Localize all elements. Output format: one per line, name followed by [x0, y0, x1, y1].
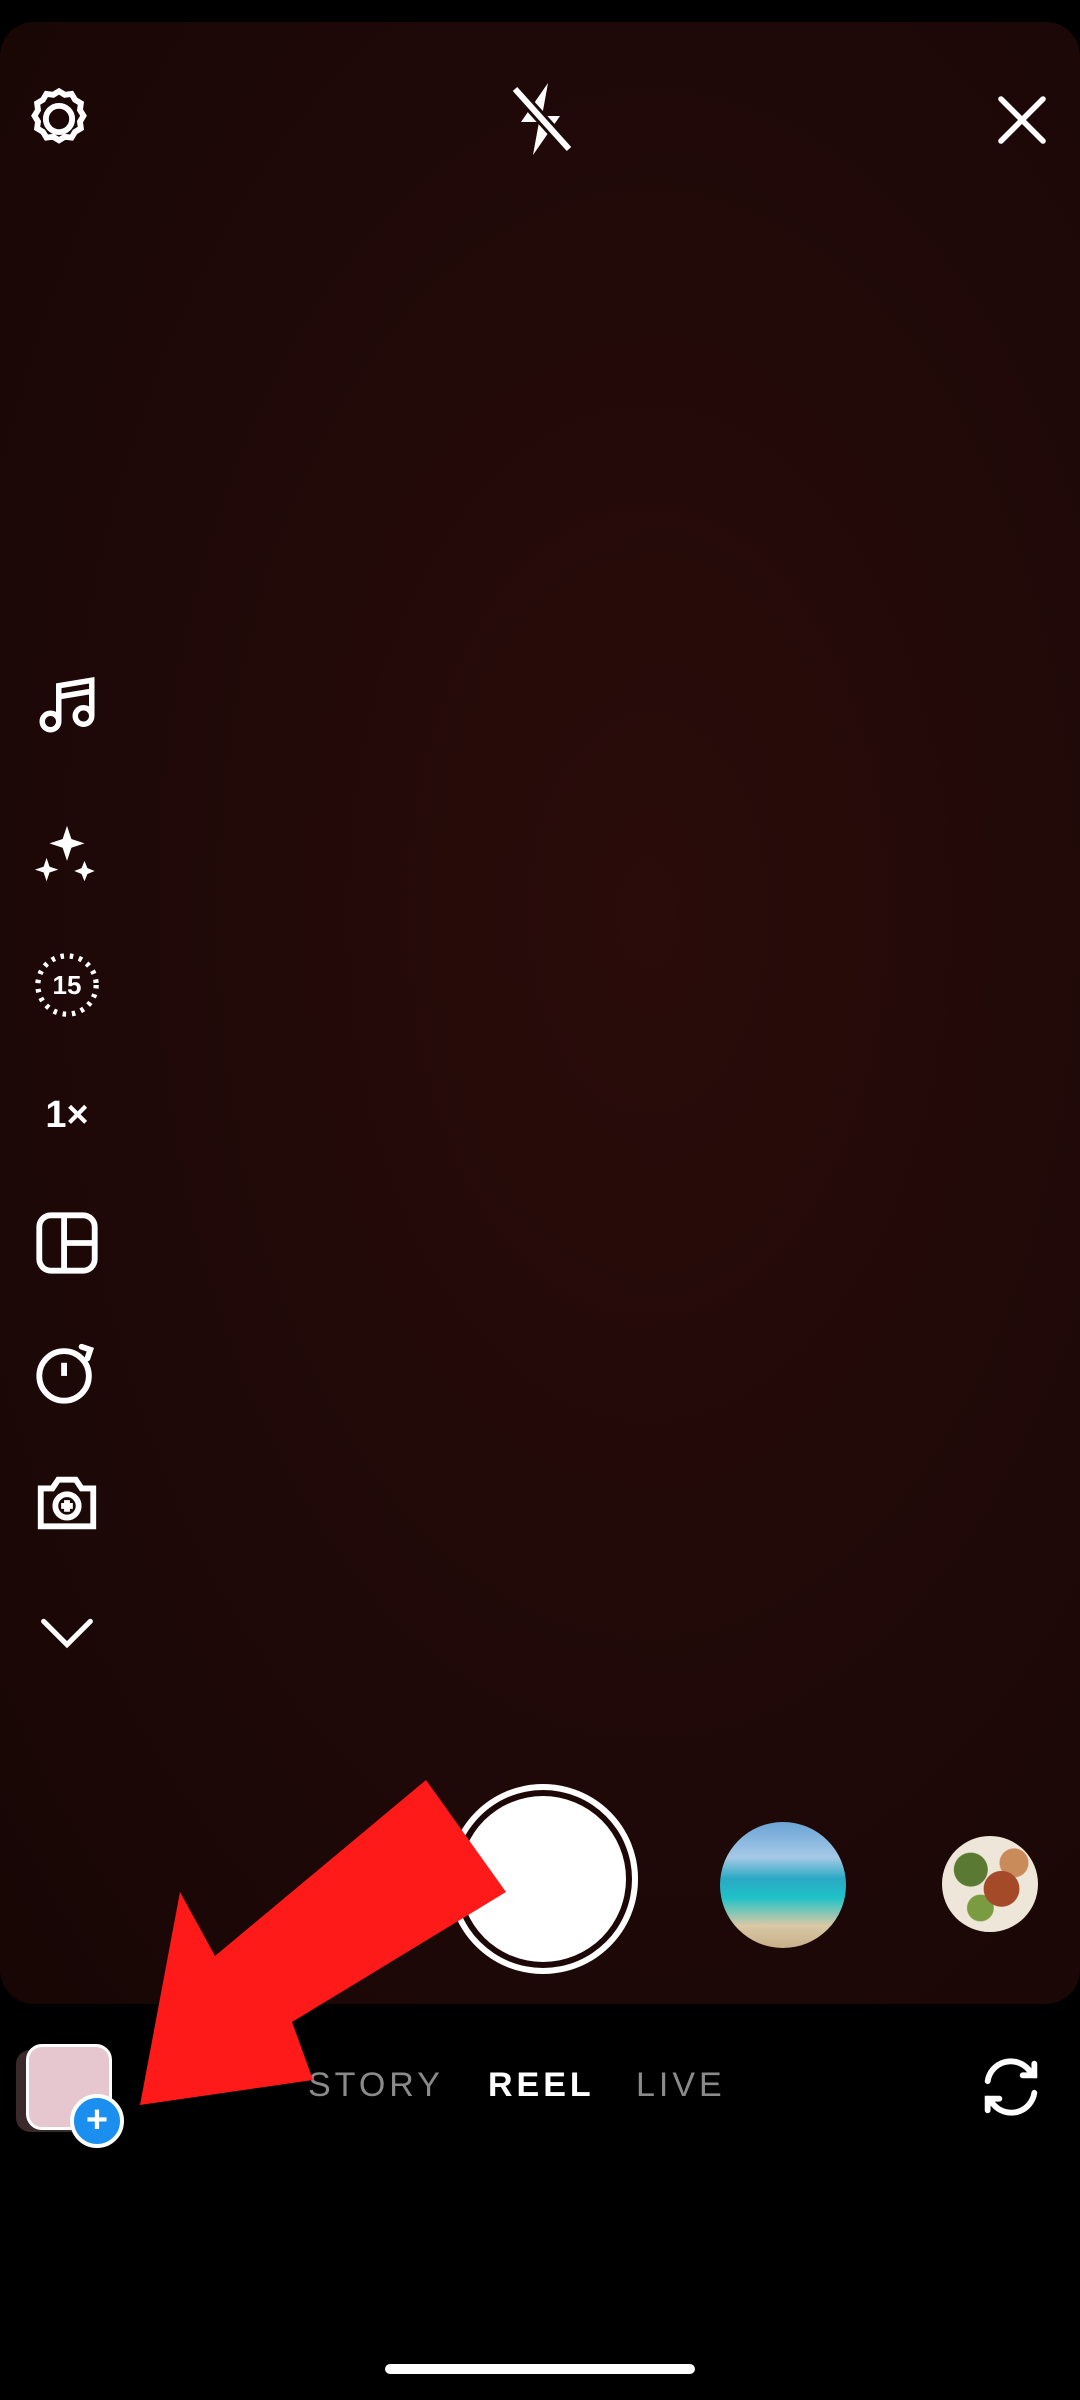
home-indicator[interactable]: [385, 2364, 695, 2374]
mode-reel[interactable]: REEL: [488, 2066, 595, 2105]
chevron-down-icon: [39, 1613, 95, 1653]
shutter-button[interactable]: [448, 1784, 638, 1974]
effects-tool-button[interactable]: [28, 816, 106, 894]
more-tools-button[interactable]: [28, 1594, 106, 1672]
timer-15-icon: 15: [32, 950, 102, 1020]
food-thumbnail[interactable]: [942, 1836, 1038, 1932]
layout-icon: [32, 1208, 102, 1278]
countdown-tool-button[interactable]: [28, 1334, 106, 1412]
gear-icon[interactable]: [24, 84, 94, 154]
camera-viewfinder[interactable]: 15 1×: [0, 22, 1080, 2004]
speed-label: 1×: [45, 1093, 89, 1136]
music-tool-button[interactable]: [28, 666, 106, 744]
sparkles-icon: [32, 820, 102, 890]
add-badge: +: [70, 2094, 124, 2148]
length-label: 15: [52, 970, 82, 1000]
beach-thumbnail[interactable]: [720, 1822, 846, 1948]
flip-camera-icon[interactable]: [976, 2052, 1046, 2122]
length-tool-button[interactable]: 15: [28, 946, 106, 1024]
mode-selector[interactable]: STORY REEL LIVE: [0, 2066, 1080, 2126]
close-icon[interactable]: [994, 92, 1050, 148]
countdown-timer-icon: [32, 1338, 102, 1408]
mode-story[interactable]: STORY: [308, 2066, 444, 2105]
speed-tool-button[interactable]: 1×: [28, 1076, 106, 1154]
music-note-icon: [34, 670, 100, 740]
camera-plus-icon: [32, 1468, 102, 1538]
mode-live[interactable]: LIVE: [636, 2066, 726, 2105]
flash-off-icon[interactable]: [506, 80, 578, 158]
layout-tool-button[interactable]: [28, 1204, 106, 1282]
dual-camera-tool-button[interactable]: [28, 1464, 106, 1542]
